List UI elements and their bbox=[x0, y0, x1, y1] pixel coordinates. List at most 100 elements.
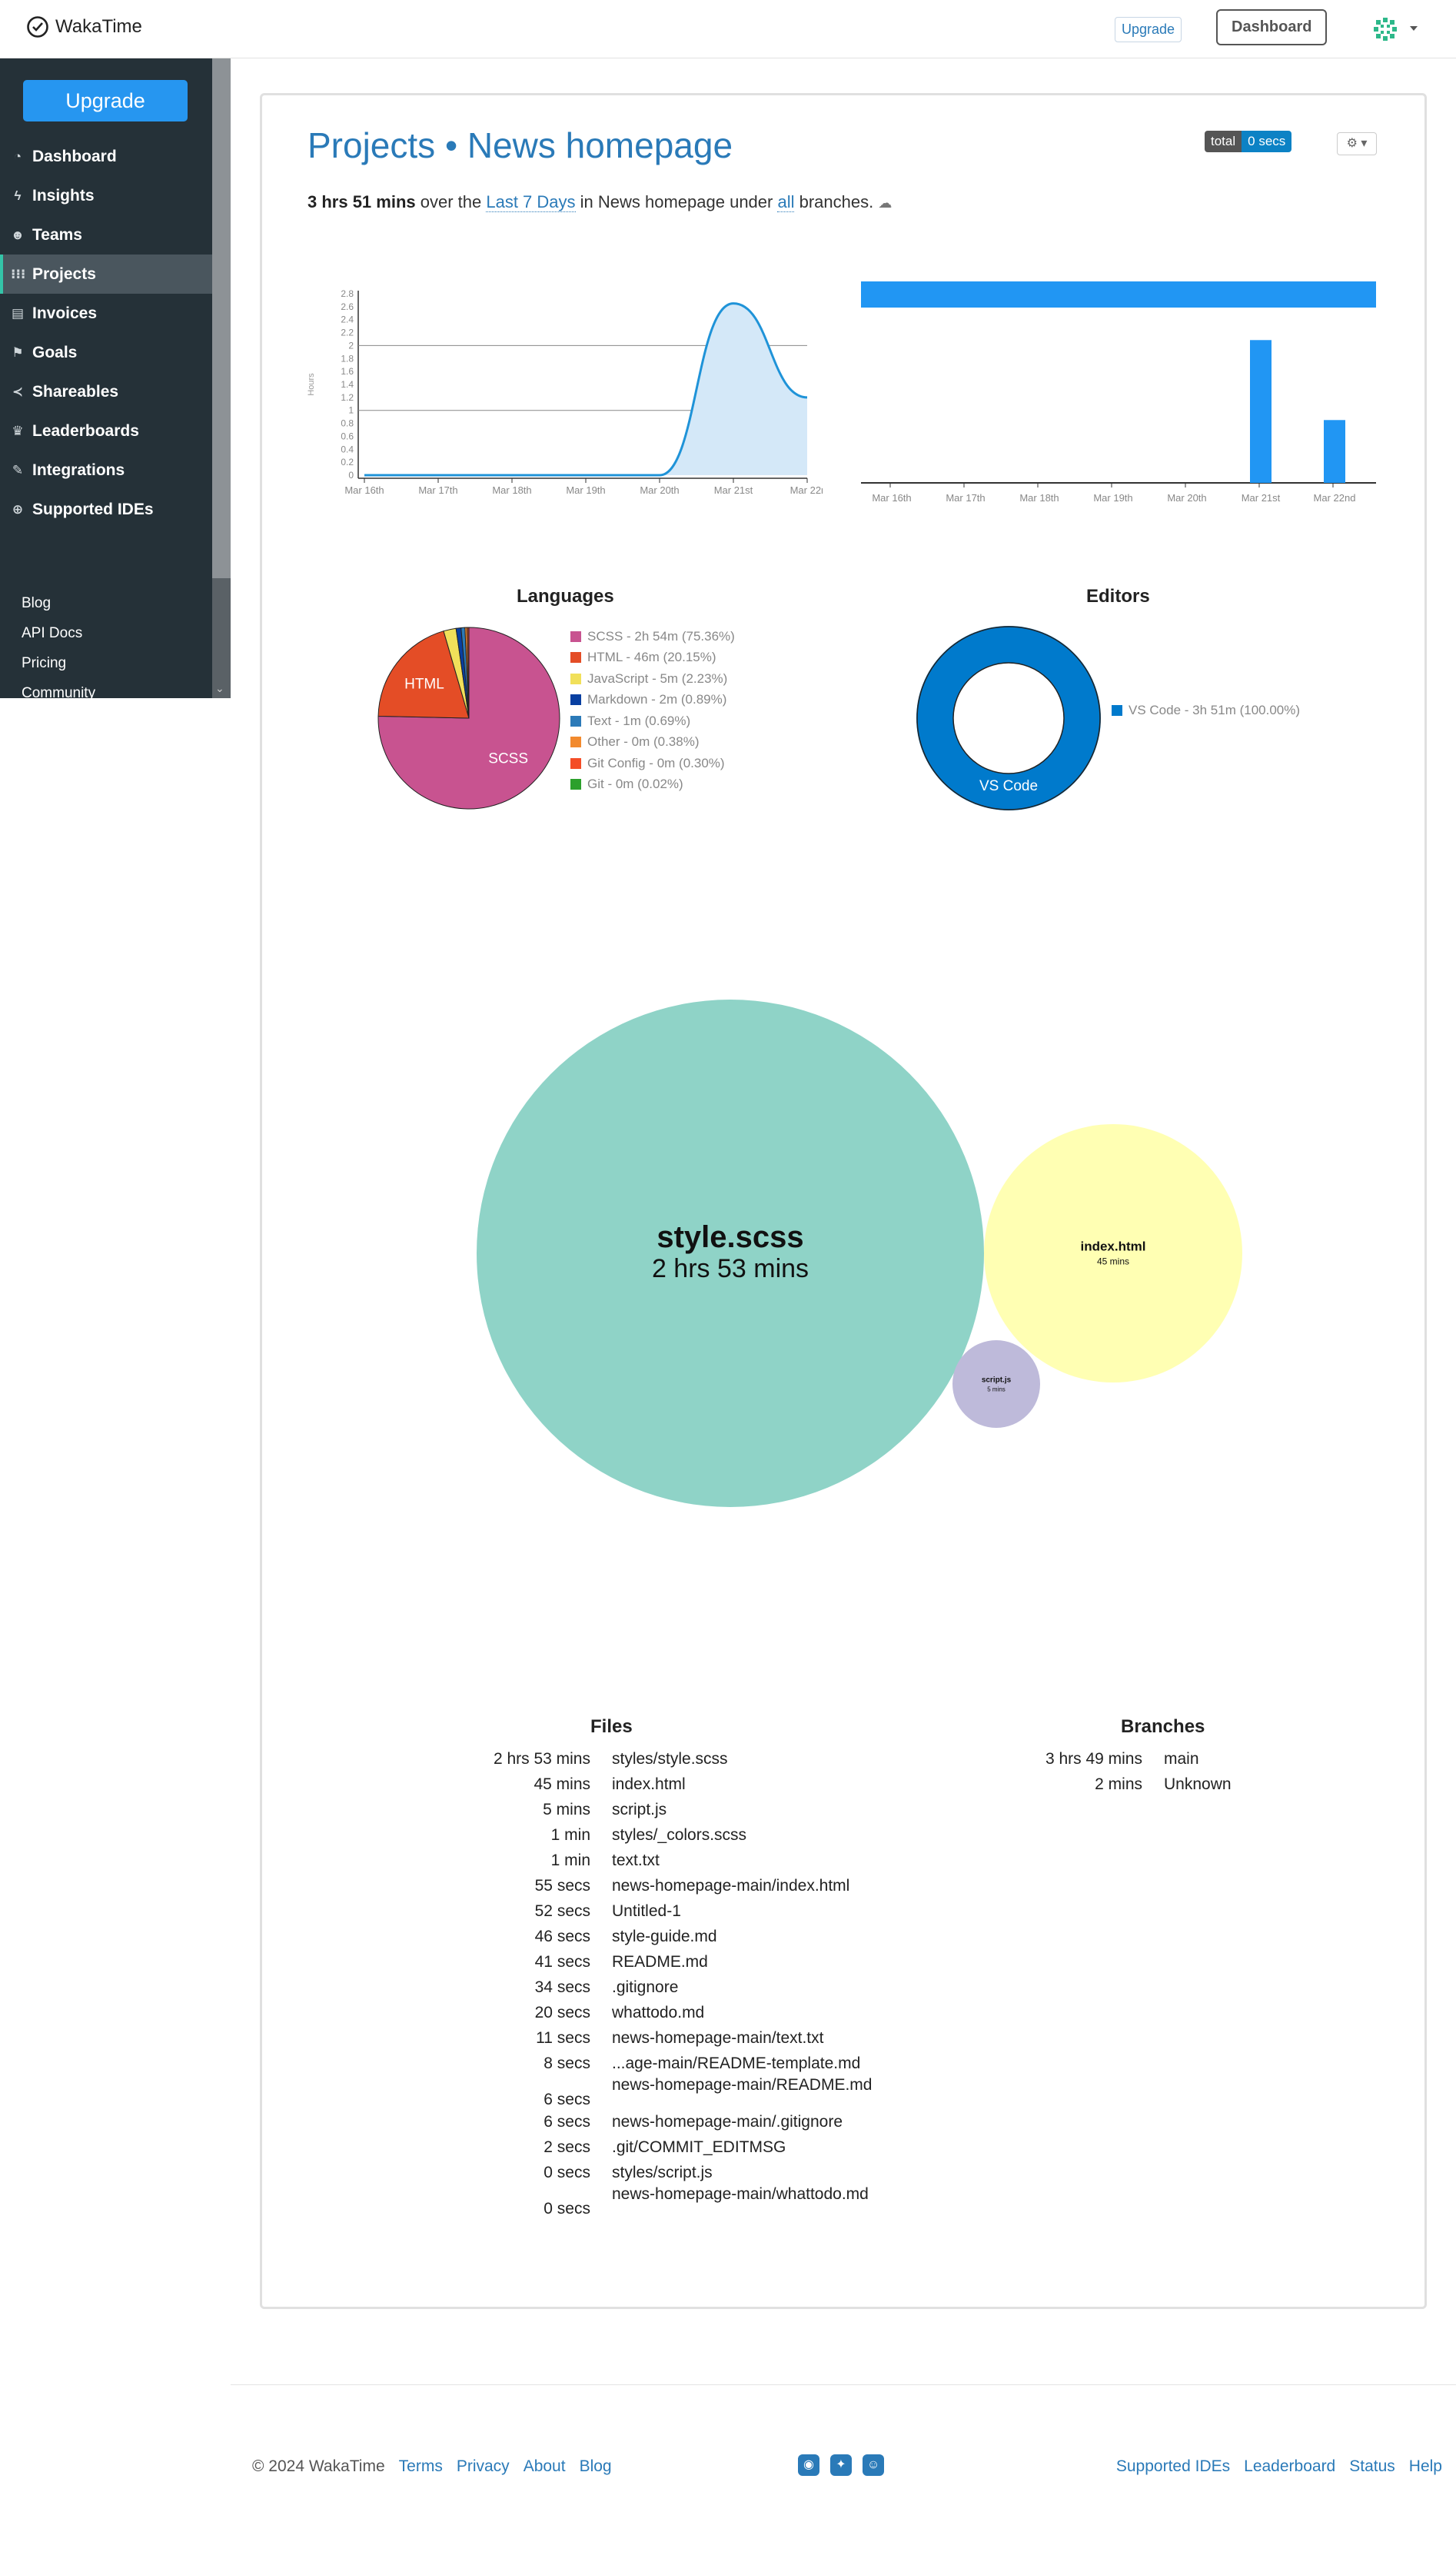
time-cell: 55 secs bbox=[534, 1876, 590, 1895]
sidebar-item-projects[interactable]: ⁝⁝⁝ Projects bbox=[0, 255, 212, 294]
name-cell[interactable]: news-homepage-main/README.md bbox=[612, 2076, 872, 2095]
name-cell[interactable]: index.html bbox=[612, 1775, 686, 1794]
time-cell: 1 min bbox=[550, 1825, 590, 1844]
x-tick-label: Mar 20th bbox=[640, 484, 679, 496]
status-badge[interactable]: total 0 secs bbox=[1205, 131, 1292, 152]
languages-legend: SCSS - 2h 54m (75.36%) HTML - 46m (20.15%… bbox=[570, 626, 735, 795]
legend-swatch bbox=[570, 757, 581, 769]
name-cell[interactable]: script.js bbox=[612, 1801, 667, 1819]
x-tick-label: Mar 19th bbox=[1093, 492, 1132, 504]
sidebar-item-shareables[interactable]: ≺ Shareables bbox=[0, 372, 212, 411]
footer-link-about[interactable]: About bbox=[524, 2457, 566, 2476]
sidebar-link-blog[interactable]: Blog bbox=[22, 588, 95, 618]
name-cell[interactable]: README.md bbox=[612, 1953, 708, 1971]
sidebar-item-teams[interactable]: ☻ Teams bbox=[0, 215, 212, 255]
chevron-down-icon[interactable] bbox=[1410, 26, 1418, 35]
name-cell[interactable]: news-homepage-main/.gitignore bbox=[612, 2113, 843, 2131]
name-cell[interactable]: ...age-main/README-template.md bbox=[612, 2055, 860, 2073]
legend-label: SCSS - 2h 54m (75.36%) bbox=[587, 628, 735, 644]
sidebar-item-integrations[interactable]: ✎ Integrations bbox=[0, 451, 212, 490]
footer-link-blog[interactable]: Blog bbox=[580, 2457, 612, 2476]
x-tick-label: Mar 16th bbox=[872, 492, 911, 504]
sidebar-item-label: Teams bbox=[32, 225, 82, 244]
sidebar-item-supported-ides[interactable]: ⊕ Supported IDEs bbox=[0, 490, 212, 529]
range-link[interactable]: Last 7 Days bbox=[486, 192, 576, 212]
file-icon: ▤ bbox=[11, 305, 25, 321]
sidebar-item-leaderboards[interactable]: ♛ Leaderboards bbox=[0, 411, 212, 451]
avatar[interactable] bbox=[1371, 15, 1399, 43]
donut-slice-label: VS Code bbox=[979, 778, 1038, 794]
time-cell: 2 mins bbox=[1095, 1775, 1142, 1793]
footer-link-terms[interactable]: Terms bbox=[399, 2457, 443, 2476]
y-tick-label: 0.6 bbox=[341, 431, 354, 441]
twitter-icon[interactable]: ✦ bbox=[830, 2454, 852, 2476]
name-cell[interactable]: .gitignore bbox=[612, 1978, 678, 1997]
time-cell: 52 secs bbox=[534, 1902, 590, 1920]
footer-link-supported-ides[interactable]: Supported IDEs bbox=[1116, 2457, 1230, 2476]
github-icon[interactable]: ◉ bbox=[798, 2454, 819, 2476]
sidebar-item-goals[interactable]: ⚑ Goals bbox=[0, 333, 212, 372]
table-row: 34 secs .gitignore bbox=[461, 1975, 872, 2000]
x-tick-label: Mar 21st bbox=[1242, 492, 1281, 504]
name-cell[interactable]: news-homepage-main/whattodo.md bbox=[612, 2185, 869, 2204]
name-cell[interactable]: text.txt bbox=[612, 1852, 660, 1870]
settings-button[interactable]: ⚙ ▾ bbox=[1337, 132, 1377, 155]
footer-link-privacy[interactable]: Privacy bbox=[457, 2457, 510, 2476]
name-cell[interactable]: main bbox=[1164, 1750, 1199, 1768]
x-tick-label: Mar 22nd bbox=[1314, 492, 1356, 504]
legend-swatch bbox=[570, 737, 581, 748]
table-row: 46 secs style-guide.md bbox=[461, 1924, 872, 1949]
sidebar-scrollbar-thumb[interactable] bbox=[212, 58, 231, 578]
logo[interactable]: WakaTime bbox=[26, 15, 142, 38]
name-cell[interactable]: Unknown bbox=[1164, 1775, 1232, 1794]
time-cell: 5 mins bbox=[543, 1800, 590, 1818]
footer-link-leaderboard[interactable]: Leaderboard bbox=[1244, 2457, 1335, 2476]
bar bbox=[1324, 420, 1345, 483]
grid-icon: ⁝⁝⁝ bbox=[11, 266, 26, 281]
legend-label: VS Code - 3h 51m (100.00%) bbox=[1129, 702, 1301, 717]
legend-swatch bbox=[570, 631, 581, 642]
x-tick-label: Mar 16th bbox=[344, 484, 384, 496]
time-cell: 6 secs bbox=[544, 2091, 590, 2108]
name-cell[interactable]: styles/style.scss bbox=[612, 1750, 728, 1768]
plus-circle-icon: ⊕ bbox=[12, 501, 24, 517]
top-upgrade-button[interactable]: Upgrade bbox=[1115, 17, 1182, 42]
sidebar-item-dashboard[interactable]: ◔ Dashboard bbox=[0, 137, 212, 176]
reddit-icon[interactable]: ☺ bbox=[863, 2454, 884, 2476]
sidebar-item-label: Leaderboards bbox=[32, 421, 139, 440]
x-tick-label: Mar 22r bbox=[790, 484, 823, 496]
y-axis-label: Hours bbox=[307, 373, 316, 396]
legend-item: HTML - 46m (20.15%) bbox=[570, 647, 735, 669]
name-cell[interactable]: whattodo.md bbox=[612, 2004, 704, 2022]
table-row: 3 hrs 49 mins main bbox=[1015, 1746, 1232, 1772]
name-cell[interactable]: styles/script.js bbox=[612, 2164, 713, 2182]
name-cell[interactable]: styles/_colors.scss bbox=[612, 1826, 746, 1845]
time-cell: 11 secs bbox=[536, 2028, 590, 2047]
top-dashboard-button[interactable]: Dashboard bbox=[1216, 9, 1328, 45]
chevron-down-icon[interactable]: ⌄ bbox=[215, 683, 226, 694]
footer-divider bbox=[231, 2384, 1456, 2385]
table-row: 41 secs README.md bbox=[461, 1949, 872, 1975]
sidebar-link-pricing[interactable]: Pricing bbox=[22, 648, 95, 678]
footer-link-help[interactable]: Help bbox=[1409, 2457, 1442, 2476]
name-cell[interactable]: .git/COMMIT_EDITMSG bbox=[612, 2138, 786, 2157]
sidebar-item-insights[interactable]: ϟ Insights bbox=[0, 176, 212, 215]
name-cell[interactable]: news-homepage-main/index.html bbox=[612, 1877, 849, 1895]
sidebar-upgrade-button[interactable]: Upgrade bbox=[23, 80, 188, 121]
files-bubble-chart: style.scss2 hrs 53 mins index.html 45 mins… bbox=[477, 1000, 1242, 1507]
name-cell[interactable]: news-homepage-main/text.txt bbox=[612, 2029, 823, 2048]
time-cell: 6 secs bbox=[544, 2112, 590, 2131]
tachometer-icon: ◔ bbox=[13, 148, 22, 164]
languages-pie-chart: SCSS HTML bbox=[377, 627, 560, 810]
footer-link-status[interactable]: Status bbox=[1349, 2457, 1395, 2476]
sidebar-link-api-docs[interactable]: API Docs bbox=[22, 618, 95, 648]
sidebar-item-invoices[interactable]: ▤ Invoices bbox=[0, 294, 212, 333]
table-row: 52 secs Untitled-1 bbox=[461, 1898, 872, 1924]
sidebar-link-community[interactable]: Community bbox=[22, 678, 95, 698]
branches-link[interactable]: all bbox=[777, 192, 795, 212]
users-icon: ☻ bbox=[11, 227, 25, 242]
sidebar-item-label: Dashboard bbox=[32, 147, 117, 165]
table-row: 1 min text.txt bbox=[461, 1848, 872, 1873]
name-cell[interactable]: style-guide.md bbox=[612, 1928, 717, 1946]
name-cell[interactable]: Untitled-1 bbox=[612, 1902, 681, 1921]
